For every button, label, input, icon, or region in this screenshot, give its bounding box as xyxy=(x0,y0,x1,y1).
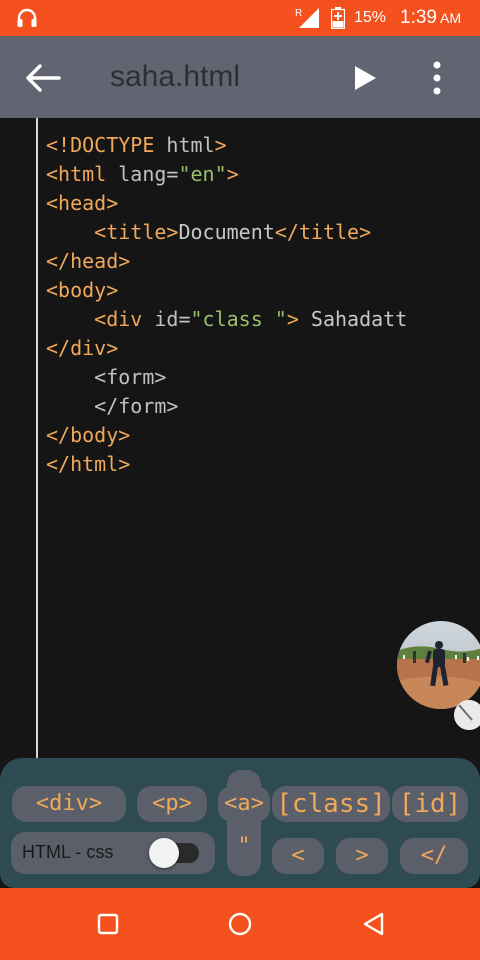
snippet-class-button[interactable]: [class] xyxy=(272,786,390,822)
editor-gutter-line xyxy=(36,118,38,758)
snippet-gt-button[interactable]: > xyxy=(336,838,388,874)
snippet-div-button[interactable]: <div> xyxy=(12,786,126,822)
more-vert-icon[interactable] xyxy=(426,60,448,96)
snippet-a-button[interactable]: <a> xyxy=(218,786,270,822)
battery-charging-icon xyxy=(331,7,345,29)
snippet-keyboard: <div> <p> " <a> [class] [id] HTML - css … xyxy=(0,758,480,888)
code-token-str: "en" xyxy=(178,162,227,186)
code-line[interactable]: </head> xyxy=(46,247,407,276)
snippet-p-button[interactable]: <p> xyxy=(137,786,207,822)
code-token-tag: > xyxy=(226,162,239,186)
code-line[interactable]: <html lang="en"> xyxy=(46,160,407,189)
code-token-tag: </body> xyxy=(46,423,131,447)
html-css-toggle-group: HTML - css xyxy=(11,832,215,874)
code-line[interactable]: <title>Document</title> xyxy=(46,218,407,247)
code-line[interactable]: <body> xyxy=(46,276,407,305)
home-circle-icon[interactable] xyxy=(227,911,253,937)
code-line[interactable]: </body> xyxy=(46,421,407,450)
code-token-attr: <form> xyxy=(94,365,167,389)
code-line[interactable]: <head> xyxy=(46,189,407,218)
code-token-tag: <!DOCTYPE xyxy=(46,133,155,157)
code-content[interactable]: <!DOCTYPE html> <html lang="en"> <head> <t… xyxy=(46,131,407,479)
clock: 1:39 AM xyxy=(400,7,461,29)
code-token-tag: <title> xyxy=(94,220,179,244)
status-bar: R 15% 1:39 AM xyxy=(0,0,480,36)
close-bubble-icon[interactable] xyxy=(454,700,480,730)
snippet-quote-label: " xyxy=(237,834,251,859)
clock-ampm: AM xyxy=(439,10,461,26)
code-token-tag: </head> xyxy=(46,249,131,273)
code-token-attr: </form> xyxy=(94,394,179,418)
code-token-attr: lang= xyxy=(106,162,179,186)
code-token-tag: </title> xyxy=(274,220,372,244)
code-token-tag: > xyxy=(214,133,227,157)
code-token-attr: html xyxy=(154,133,215,157)
snippet-id-button[interactable]: [id] xyxy=(392,786,468,822)
back-triangle-icon[interactable] xyxy=(361,911,387,937)
app-toolbar: saha.html xyxy=(0,36,480,118)
back-arrow-icon[interactable] xyxy=(24,63,62,93)
code-token-tag: </div> xyxy=(46,336,119,360)
code-token-tag: <head> xyxy=(46,191,119,215)
code-line[interactable]: </form> xyxy=(46,392,407,421)
code-token-attr: id= xyxy=(142,307,191,331)
code-line[interactable]: </html> xyxy=(46,450,407,479)
recents-square-icon[interactable] xyxy=(95,911,121,937)
code-line[interactable]: </div> xyxy=(46,334,407,363)
signal-roaming-icon: R xyxy=(295,8,319,28)
headset-icon xyxy=(17,8,37,27)
code-line[interactable]: <!DOCTYPE html> xyxy=(46,131,407,160)
code-token-txt: Sahadatt xyxy=(298,307,408,331)
code-line[interactable]: <div id="class "> Sahadatt xyxy=(46,305,407,334)
html-css-toggle-label: HTML - css xyxy=(22,842,114,862)
avatar-photo[interactable] xyxy=(397,621,480,709)
file-title: saha.html xyxy=(110,60,241,93)
code-token-tag: > xyxy=(286,307,299,331)
roaming-mark: R xyxy=(295,8,302,19)
code-line[interactable]: <form> xyxy=(46,363,407,392)
code-token-tag: <html xyxy=(46,162,107,186)
battery-percent: 15% xyxy=(354,9,387,26)
code-token-tag: <body> xyxy=(46,278,119,302)
code-token-txt: Document xyxy=(178,220,275,244)
html-css-toggle-knob[interactable] xyxy=(149,838,179,868)
code-token-tag: <div xyxy=(94,307,143,331)
code-token-tag: </html> xyxy=(46,452,131,476)
snippet-close-tag-button[interactable]: </ xyxy=(400,838,468,874)
play-icon[interactable] xyxy=(350,63,380,93)
clock-time: 1:39 xyxy=(400,7,437,28)
snippet-lt-button[interactable]: < xyxy=(272,838,324,874)
system-nav-bar xyxy=(0,888,480,960)
code-token-str: "class " xyxy=(190,307,287,331)
